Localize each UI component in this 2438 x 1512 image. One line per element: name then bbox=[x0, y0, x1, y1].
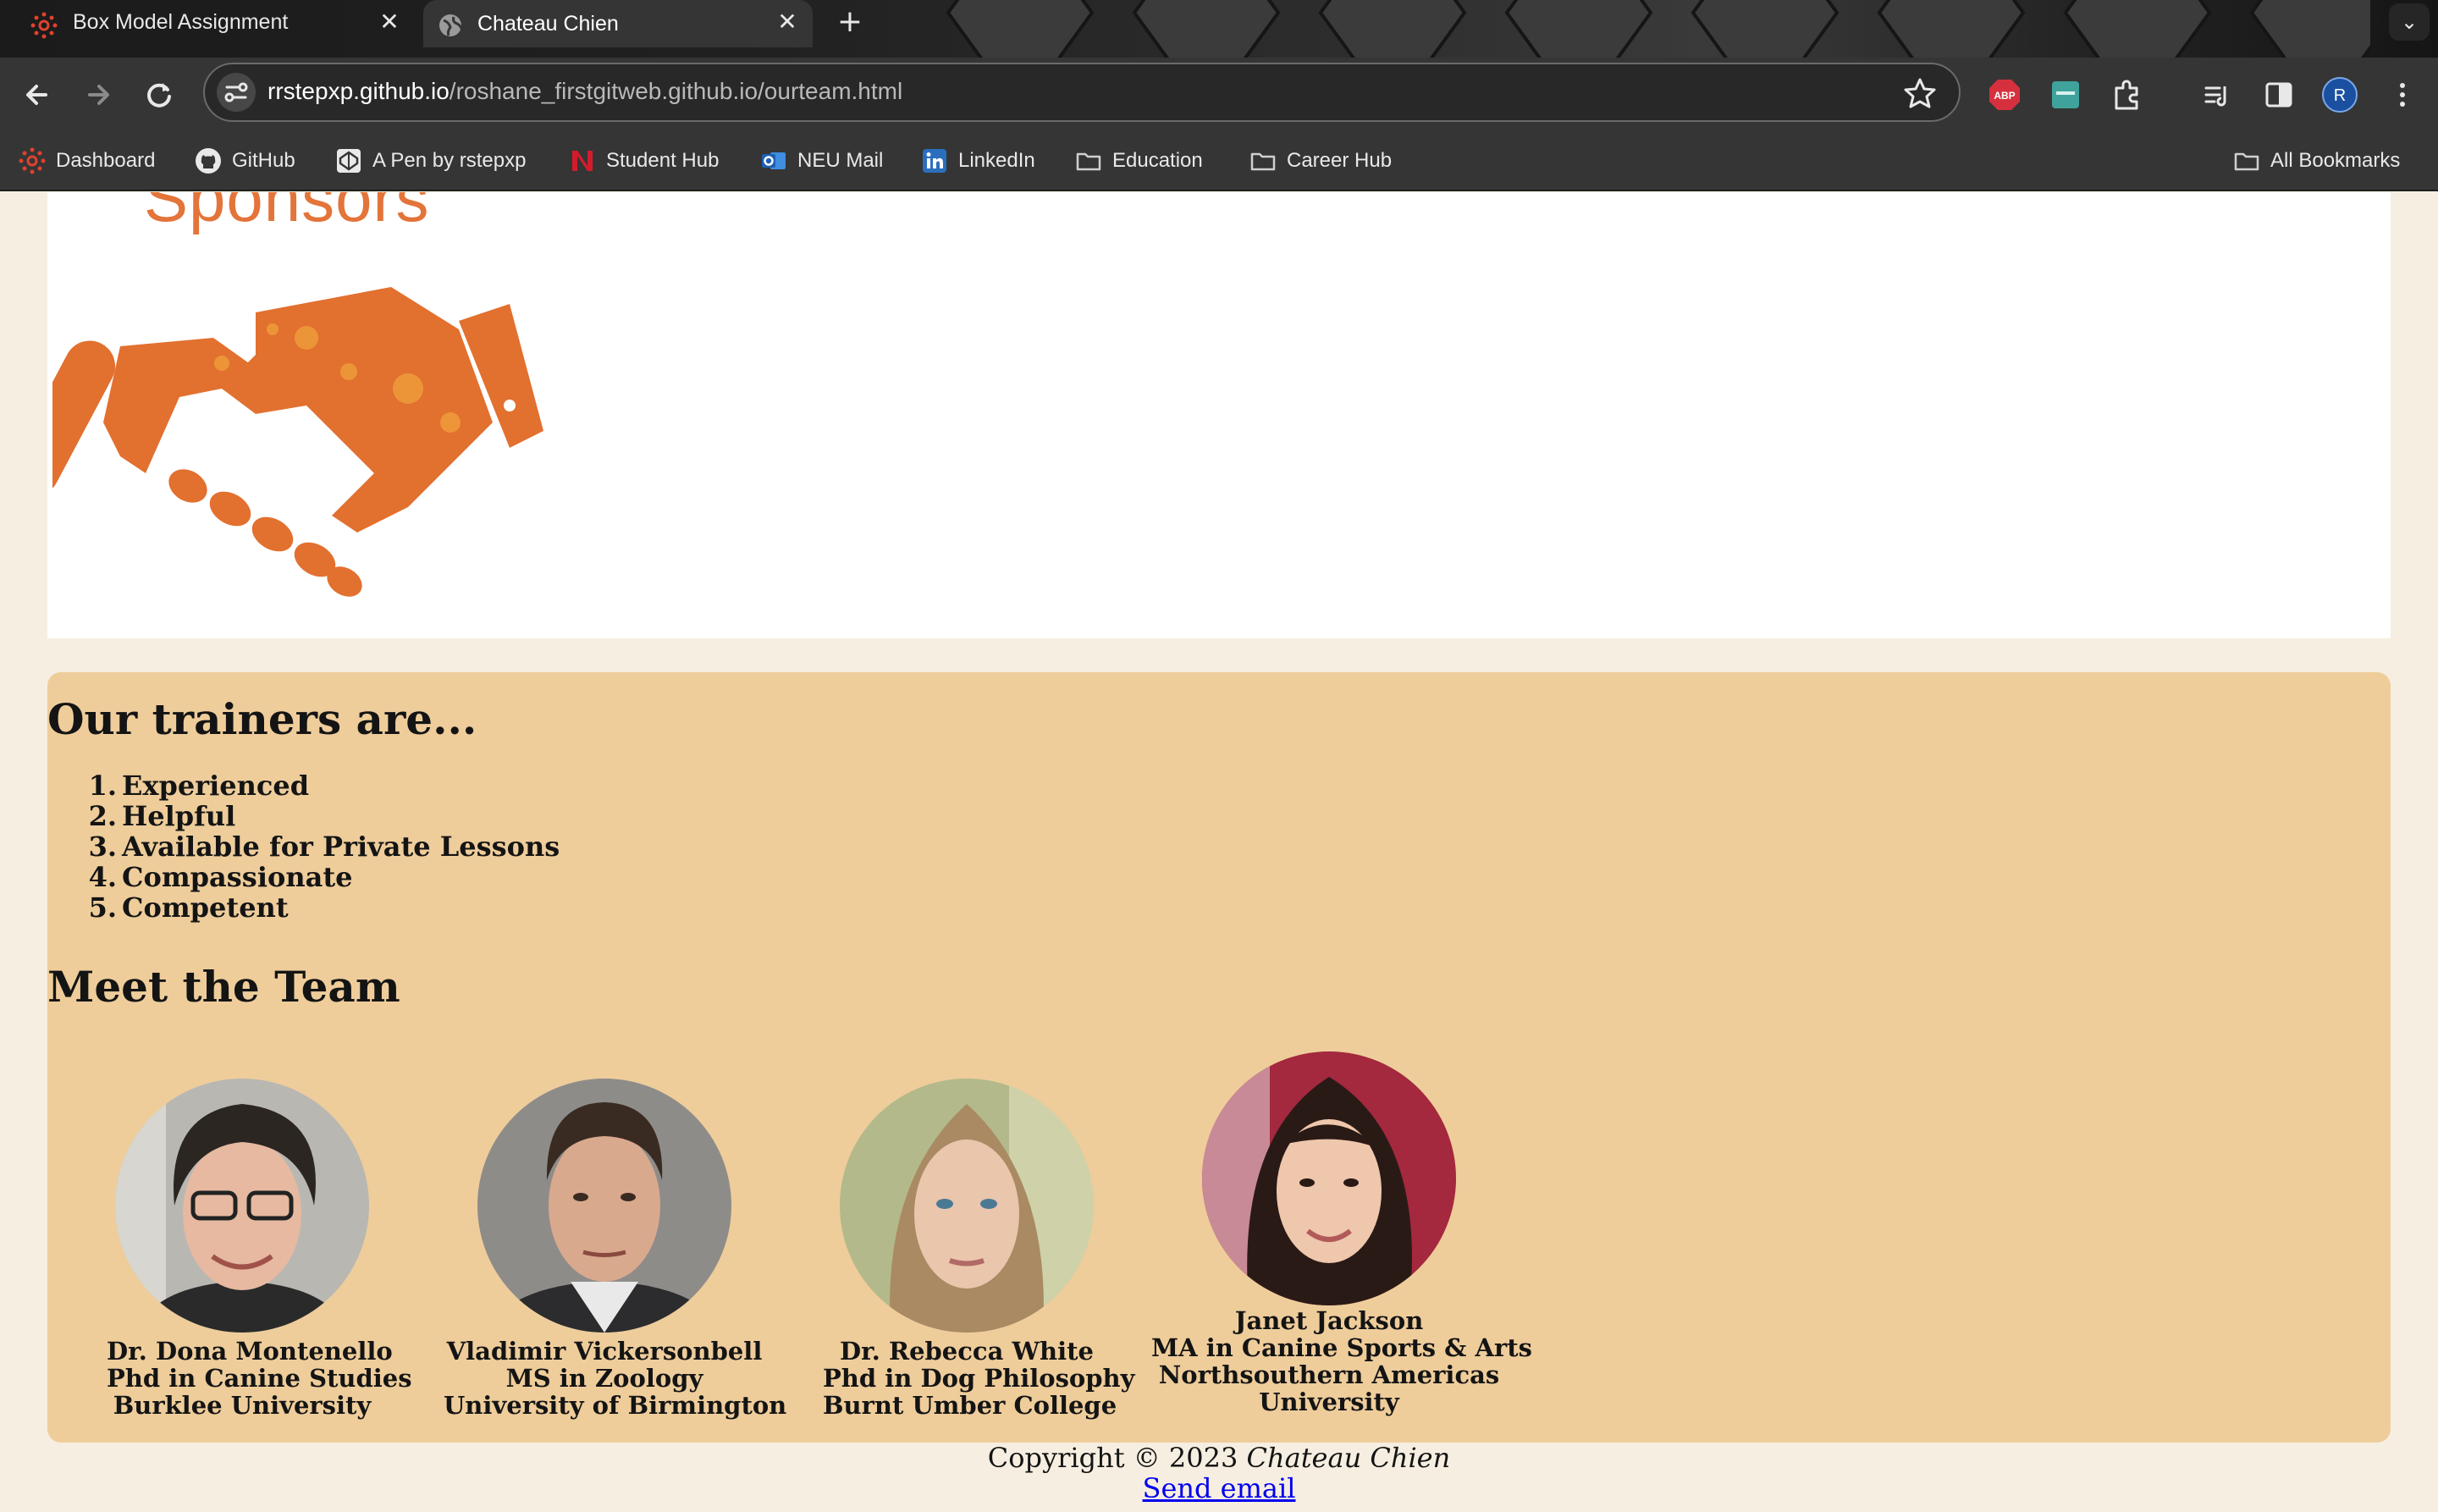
team-member-degree: Phd in Canine Studies bbox=[107, 1364, 412, 1393]
copyright-footer: Copyright © 2023 Chateau Chien bbox=[0, 1442, 2438, 1474]
list-item: 3. Available for Private Lessons bbox=[88, 830, 560, 863]
bookmark-neu-mail[interactable]: NEU Mail bbox=[760, 144, 883, 178]
team-member-name: Dr. Rebecca White bbox=[840, 1337, 1094, 1366]
globe-icon bbox=[439, 14, 463, 36]
canvas-logo-icon bbox=[19, 147, 46, 174]
team-member-degree: MA in Canine Sports & Arts bbox=[1151, 1333, 1532, 1362]
all-bookmarks-folder[interactable]: All Bookmarks bbox=[2233, 144, 2400, 178]
address-bar[interactable]: rrstepxp.github.io/roshane_firstgitweb.g… bbox=[203, 63, 1961, 122]
bookmark-github[interactable]: GitHub bbox=[195, 144, 295, 178]
close-tab-icon[interactable]: ✕ bbox=[376, 8, 403, 36]
kebab-menu-icon[interactable] bbox=[2386, 78, 2419, 112]
tab-chateau-chien[interactable]: Chateau Chien ✕ bbox=[423, 0, 813, 47]
team-member-card: Dr. Dona Montenello Phd in Canine Studie… bbox=[107, 1079, 412, 1419]
adblock-icon[interactable]: ABP bbox=[1988, 78, 2022, 112]
trainers-heading: Our trainers are... bbox=[47, 694, 477, 744]
team-member-card: Dr. Rebecca White Phd in Dog Philosophy … bbox=[823, 1079, 1134, 1419]
codepen-icon bbox=[337, 149, 361, 173]
email-footer: Send email bbox=[0, 1472, 2438, 1504]
handshake-image bbox=[52, 287, 543, 597]
folder-icon bbox=[1250, 152, 1276, 171]
bookmark-label: Education bbox=[1112, 149, 1203, 172]
list-item: 5. Competent bbox=[88, 891, 289, 924]
bookmark-folder-career-hub[interactable]: Career Hub bbox=[1249, 144, 1392, 178]
team-member-photo bbox=[477, 1079, 731, 1333]
team-member-photo bbox=[840, 1079, 1094, 1333]
bookmark-linkedin[interactable]: LinkedIn bbox=[921, 144, 1035, 178]
bookmark-label: Student Hub bbox=[606, 149, 720, 172]
back-arrow-icon[interactable] bbox=[15, 73, 59, 117]
bookmark-label: LinkedIn bbox=[958, 149, 1035, 172]
list-item: 2. Helpful bbox=[88, 800, 236, 832]
copyright-text: Copyright © 2023 bbox=[987, 1442, 1247, 1474]
bookmark-label: Dashboard bbox=[56, 149, 156, 172]
tab-title: Chateau Chien bbox=[477, 11, 619, 36]
abp-badge-text: ABP bbox=[1994, 90, 2015, 102]
side-panel-icon[interactable] bbox=[2262, 78, 2296, 112]
page-viewport[interactable]: Sponsors Our trainers are... 1. Experien… bbox=[0, 192, 2438, 1512]
team-member-school: University of Birmington bbox=[444, 1391, 787, 1420]
sponsors-section: Sponsors bbox=[47, 192, 2391, 638]
site-settings-icon[interactable] bbox=[217, 73, 256, 112]
bookmark-label: Career Hub bbox=[1287, 149, 1393, 172]
list-item: 4. Compassionate bbox=[88, 861, 353, 893]
qualities-list: 1. Experienced 2. Helpful 3. Available for … bbox=[85, 770, 560, 923]
send-email-link[interactable]: Send email bbox=[1143, 1472, 1296, 1504]
folder-icon bbox=[1076, 152, 1101, 171]
team-member-name: Dr. Dona Montenello bbox=[107, 1337, 393, 1366]
northeastern-icon bbox=[572, 151, 593, 171]
bookmark-codepen[interactable]: A Pen by rstepxp bbox=[335, 144, 526, 178]
bookmark-label: GitHub bbox=[232, 149, 295, 172]
list-item: 1. Experienced bbox=[88, 770, 310, 802]
team-member-photo bbox=[1202, 1051, 1456, 1305]
team-member-photo bbox=[115, 1079, 369, 1333]
puzzle-icon[interactable] bbox=[2110, 78, 2143, 112]
profile-initial: R bbox=[2334, 86, 2346, 105]
url-host: rrstepxp.github.io bbox=[268, 78, 450, 104]
url-path: /roshane_firstgitweb.github.io/ourteam.h… bbox=[449, 78, 903, 104]
bookmark-label: NEU Mail bbox=[797, 149, 884, 172]
sponsors-heading: Sponsors bbox=[144, 192, 430, 235]
bookmark-student-hub[interactable]: Student Hub bbox=[569, 144, 719, 178]
team-member-name: Vladimir Vickersonbell bbox=[446, 1337, 763, 1366]
bookmarks-bar: Dashboard GitHub A Pen by rstepxp Studen… bbox=[0, 132, 2438, 191]
extension-icon[interactable] bbox=[2049, 78, 2082, 112]
reading-list-icon[interactable] bbox=[2201, 78, 2235, 112]
close-tab-icon[interactable]: ✕ bbox=[774, 8, 801, 36]
team-member-card: Vladimir Vickersonbell MS in Zoology Uni… bbox=[444, 1079, 786, 1419]
team-member-school: Burnt Umber College bbox=[823, 1391, 1117, 1420]
tab-title: Box Model Assignment bbox=[73, 9, 289, 34]
team-member-school: Northsouthern Americas bbox=[1158, 1360, 1500, 1389]
tab-strip: Box Model Assignment ✕ Chateau Chien ✕ +… bbox=[0, 0, 2438, 58]
profile-avatar[interactable]: R bbox=[2321, 76, 2358, 113]
theme-background bbox=[946, 0, 2370, 58]
team-member-school-line2: University bbox=[1259, 1388, 1399, 1416]
team-member-school: Burklee University bbox=[113, 1391, 372, 1420]
tab-box-model-assignment[interactable]: Box Model Assignment ✕ bbox=[0, 0, 415, 44]
team-member-card: Janet Jackson MA in Canine Sports & Arts… bbox=[1151, 1051, 1532, 1415]
linkedin-icon bbox=[923, 149, 946, 173]
team-member-degree: Phd in Dog Philosophy bbox=[823, 1364, 1135, 1393]
team-member-degree: MS in Zoology bbox=[505, 1364, 703, 1393]
team-member-name: Janet Jackson bbox=[1234, 1306, 1424, 1335]
url-text[interactable]: rrstepxp.github.io/roshane_firstgitweb.g… bbox=[268, 78, 902, 105]
team-heading: Meet the Team bbox=[47, 962, 400, 1012]
reload-icon[interactable] bbox=[137, 73, 181, 117]
tab-search-chevron-icon[interactable]: ⌄ bbox=[2389, 3, 2430, 41]
canvas-logo-icon bbox=[30, 12, 58, 39]
copyright-brand: Chateau Chien bbox=[1246, 1442, 1451, 1474]
forward-arrow-icon[interactable] bbox=[76, 73, 120, 117]
bookmark-dashboard[interactable]: Dashboard bbox=[19, 144, 155, 178]
bookmark-label: A Pen by rstepxp bbox=[372, 149, 527, 172]
folder-icon bbox=[2234, 152, 2259, 171]
github-icon bbox=[196, 148, 221, 174]
outlook-icon bbox=[762, 152, 786, 169]
bookmark-folder-education[interactable]: Education bbox=[1075, 144, 1203, 178]
bookmark-star-icon[interactable] bbox=[1903, 76, 1937, 110]
new-tab-button[interactable]: + bbox=[830, 5, 870, 39]
trainers-section: Our trainers are... 1. Experienced 2. Help… bbox=[47, 672, 2391, 1443]
bookmark-label: All Bookmarks bbox=[2270, 149, 2401, 172]
